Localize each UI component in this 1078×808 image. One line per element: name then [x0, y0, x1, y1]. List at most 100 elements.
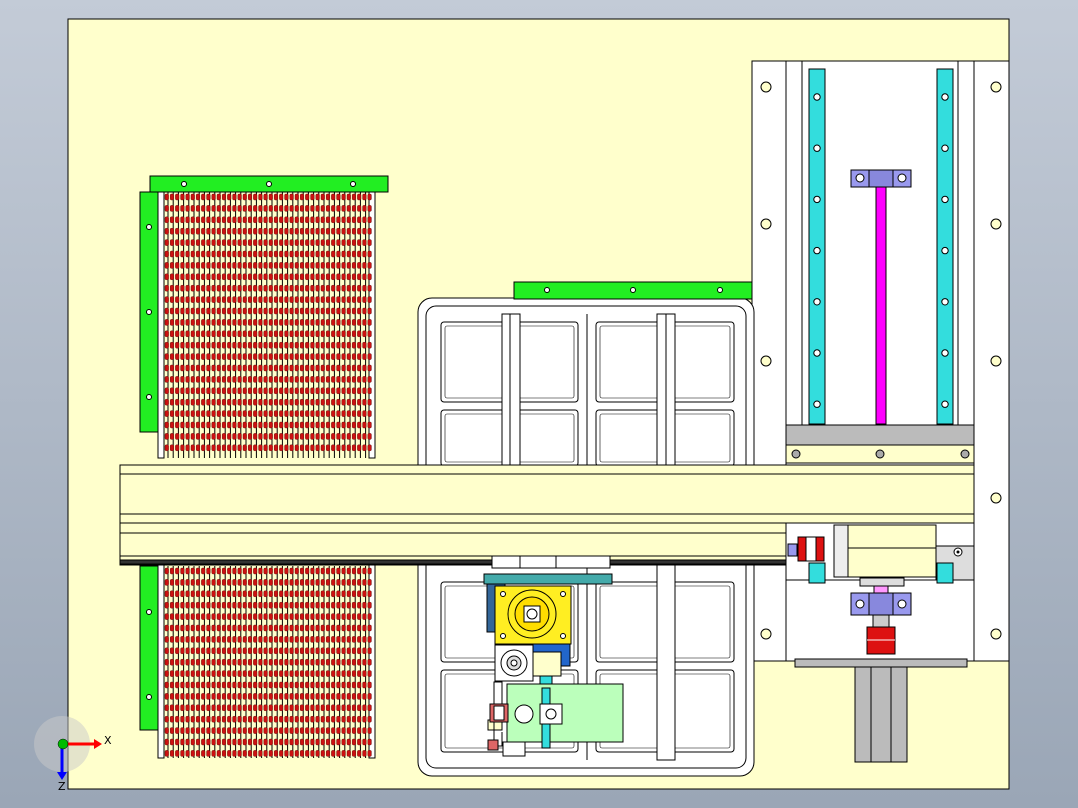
coil-segment — [247, 399, 252, 406]
coil-segment — [352, 205, 357, 212]
coil-segment — [289, 273, 294, 280]
coil-segment — [237, 750, 242, 757]
coil-segment — [362, 364, 367, 372]
coil-segment — [216, 444, 221, 451]
beam-drive-unit[interactable] — [785, 522, 975, 584]
coil-segment — [346, 330, 351, 337]
coil-segment — [279, 579, 284, 586]
coil-segment — [169, 262, 174, 269]
coil-segment — [274, 727, 279, 734]
coil-segment — [164, 670, 169, 677]
coil-segment — [274, 193, 279, 201]
motor-mount-plate — [483, 573, 613, 585]
coil-segment — [331, 410, 336, 417]
coil-segment — [263, 307, 268, 315]
coil-segment — [294, 273, 299, 280]
coil-segment — [185, 433, 190, 440]
coil-segment — [237, 444, 242, 451]
coil-segment — [341, 624, 346, 632]
coil-segment — [211, 636, 216, 643]
coil-segment — [279, 307, 284, 315]
coil-segment — [253, 738, 258, 746]
coil-segment — [175, 421, 180, 429]
coil-segment — [315, 399, 320, 406]
coil-segment — [164, 319, 169, 326]
coil-segment — [305, 750, 310, 757]
coil-segment — [221, 738, 226, 746]
coil-segment — [263, 330, 268, 337]
coil-segment — [221, 307, 226, 315]
coil-segment — [211, 693, 216, 700]
coil-segment — [362, 410, 367, 417]
cad-viewport[interactable]: X Z — [0, 0, 1078, 808]
coil-segment — [300, 681, 305, 689]
mounting-hole — [990, 492, 1002, 504]
coil-segment — [232, 567, 237, 575]
coil-segment — [300, 239, 305, 246]
coil-segment — [258, 285, 263, 292]
coil-segment — [211, 579, 216, 586]
coil-segment — [352, 193, 357, 201]
coil-segment — [336, 387, 341, 394]
coil-segment — [169, 250, 174, 258]
coil-segment — [346, 693, 351, 700]
coil-segment — [289, 239, 294, 246]
coil-segment — [268, 444, 273, 451]
coil-segment — [320, 704, 325, 711]
mounting-hole — [760, 355, 772, 367]
coil-segment — [284, 704, 289, 711]
rail-hole — [941, 298, 949, 306]
coil-segment — [326, 444, 331, 451]
coil-segment — [352, 433, 357, 440]
coil-segment — [258, 342, 263, 349]
coil-segment — [227, 590, 232, 597]
coil-segment — [305, 342, 310, 349]
coil-segment — [326, 410, 331, 417]
coil-segment — [336, 205, 341, 212]
coil-segment — [357, 693, 362, 700]
coil-segment — [247, 681, 252, 689]
coil-segment — [352, 387, 357, 394]
coil-segment — [294, 296, 299, 303]
coil-segment — [180, 307, 185, 315]
coil-segment — [300, 716, 305, 723]
coil-segment — [310, 750, 315, 757]
coil-segment — [169, 750, 174, 757]
coil-segment — [227, 727, 232, 734]
coil-segment — [195, 250, 200, 258]
coil-segment — [336, 681, 341, 689]
coil-segment — [232, 750, 237, 757]
coil-segment — [232, 624, 237, 632]
coil-segment — [258, 590, 263, 597]
coil-segment — [227, 567, 232, 575]
coil-segment — [362, 590, 367, 597]
coil-segment — [357, 227, 362, 235]
coil-segment — [206, 716, 211, 723]
coil-segment — [253, 227, 258, 235]
coil-segment — [341, 205, 346, 212]
coil-segment — [211, 227, 216, 235]
coil-segment — [336, 307, 341, 315]
coil-segment — [180, 353, 185, 360]
coil-segment — [346, 602, 351, 609]
coil-segment — [367, 285, 372, 292]
coil-segment — [289, 670, 294, 677]
coil-segment — [274, 250, 279, 258]
coil-segment — [279, 704, 284, 711]
coil-segment — [320, 399, 325, 406]
coil-segment — [357, 579, 362, 586]
coil-segment — [341, 727, 346, 734]
coil-segment — [315, 250, 320, 258]
coil-segment — [263, 444, 268, 451]
coil-segment — [326, 205, 331, 212]
coil-segment — [237, 636, 242, 643]
coil-segment — [253, 387, 258, 394]
coil-segment — [315, 624, 320, 632]
coil-segment — [268, 376, 273, 383]
coil-segment — [190, 262, 195, 269]
coil-segment — [175, 296, 180, 303]
coil-segment — [195, 364, 200, 372]
coil-segment — [258, 750, 263, 757]
coil-segment — [294, 727, 299, 734]
coil-segment — [305, 704, 310, 711]
